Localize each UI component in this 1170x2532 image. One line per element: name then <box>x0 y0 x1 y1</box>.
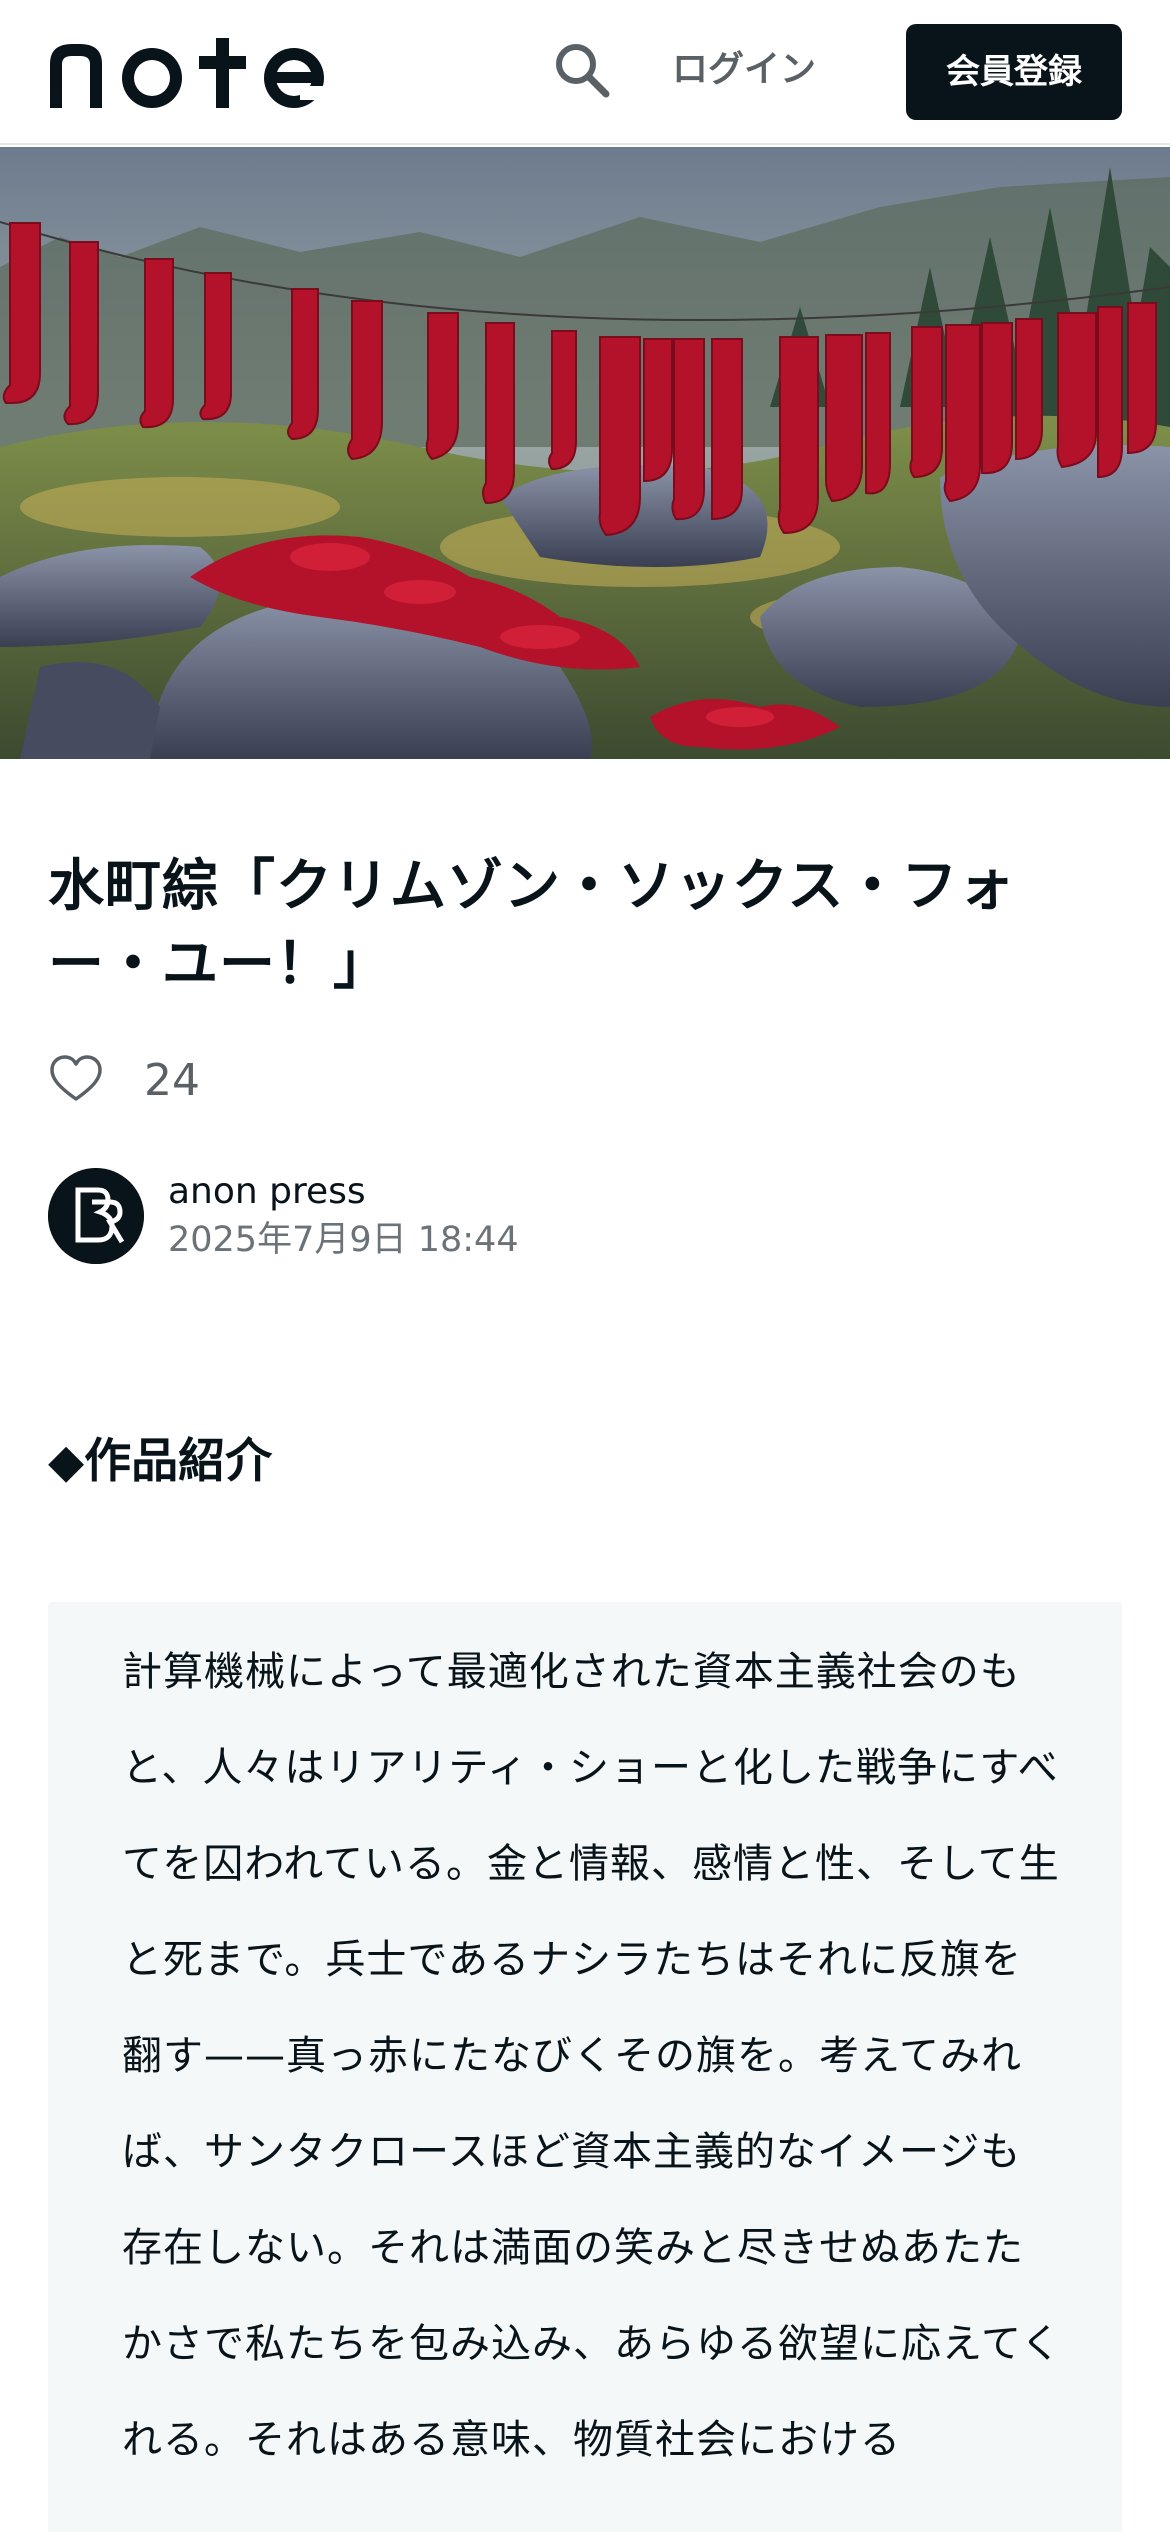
signup-button[interactable]: 会員登録 <box>906 24 1122 120</box>
post-date: 2025年7月9日 18:44 <box>168 1220 519 1260</box>
anon-press-logo-icon <box>48 1168 144 1264</box>
site-header: ログイン 会員登録 <box>0 0 1170 145</box>
heart-icon[interactable] <box>48 1052 104 1108</box>
article-title: 水町綜「クリムゾン・ソックス・フォー・ユー！」 <box>48 854 1016 997</box>
hero-image <box>0 147 1170 759</box>
search-button[interactable] <box>548 36 616 104</box>
author-meta: anon press 2025年7月9日 18:44 <box>168 1168 519 1264</box>
login-link[interactable]: ログイン <box>672 40 816 100</box>
note-logo-mark <box>50 38 326 108</box>
quote-block: 計算機械によって最適化された資本主義社会のもと、人々はリアリティ・ショーと化した… <box>48 1602 1122 2532</box>
author-name[interactable]: anon press <box>168 1168 519 1216</box>
avatar[interactable] <box>48 1168 144 1264</box>
section-heading: ◆作品紹介 <box>48 1434 273 1489</box>
search-icon <box>556 44 610 98</box>
author-info: anon press 2025年7月9日 18:44 <box>48 1166 519 1266</box>
like-row: 24 <box>48 1048 200 1112</box>
like-count: 24 <box>144 1054 200 1106</box>
note-logo[interactable] <box>46 34 346 110</box>
quote-text: 計算機械によって最適化された資本主義社会のもと、人々はリアリティ・ショーと化した… <box>122 1649 1062 2463</box>
